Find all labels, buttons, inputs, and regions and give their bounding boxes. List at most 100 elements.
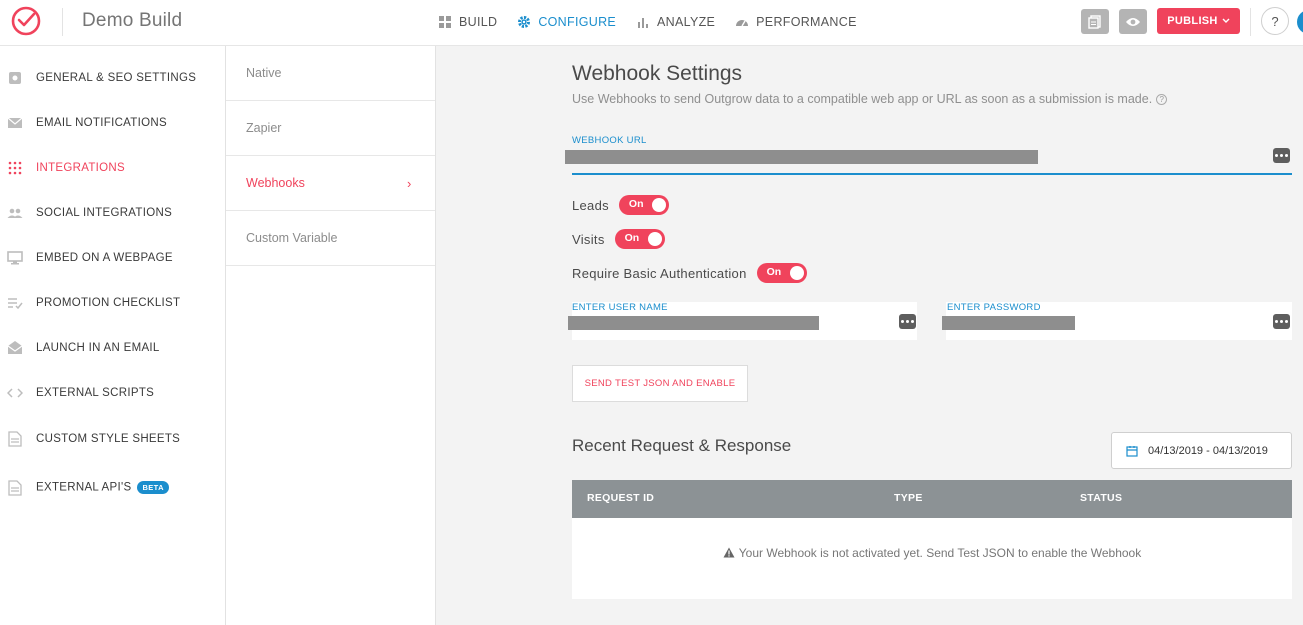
sidebar-item-integrations[interactable]: INTEGRATIONS <box>0 145 226 190</box>
sidebar-item-embed-webpage[interactable]: EMBED ON A WEBPAGE <box>0 235 226 280</box>
subnav-item-label: Custom Variable <box>246 231 338 245</box>
subnav-item-native[interactable]: Native <box>226 46 435 101</box>
toggle-knob <box>651 198 666 212</box>
empty-table-message: Your Webhook is not activated yet. Send … <box>572 546 1292 560</box>
subnav-item-label: Native <box>246 66 282 80</box>
password-input[interactable] <box>942 316 1075 330</box>
subnav-item-custom-variable[interactable]: Custom Variable <box>226 211 435 266</box>
top-bar: Demo Build BUILD CONFIGURE ANALYZE PERFO… <box>0 0 1303 46</box>
sidebar-item-launch-email[interactable]: LAUNCH IN AN EMAIL <box>0 325 226 370</box>
visits-label: Visits <box>572 231 605 247</box>
sidebar-item-label: LAUNCH IN AN EMAIL <box>36 341 160 354</box>
integrations-subnav: Native Zapier Webhooks › Custom Variable <box>226 46 436 625</box>
leads-label: Leads <box>572 197 609 213</box>
bar-chart-icon <box>638 18 649 28</box>
webhook-url-underline <box>572 173 1292 175</box>
sidebar-item-email-notifications[interactable]: EMAIL NOTIFICATIONS <box>0 100 226 145</box>
password-options-icon[interactable] <box>1273 314 1290 329</box>
toggle-knob <box>789 266 804 280</box>
sidebar-item-label: CUSTOM STYLE SHEETS <box>36 432 181 445</box>
empty-message-text: Your Webhook is not activated yet. Send … <box>738 546 1142 560</box>
sidebar-item-label: SOCIAL INTEGRATIONS <box>36 206 173 219</box>
webhook-url-label: WEBHOOK URL <box>572 135 647 146</box>
help-circle-icon[interactable]: ? <box>1156 94 1168 105</box>
username-options-icon[interactable] <box>899 314 916 329</box>
outgrow-logo-icon[interactable] <box>10 5 42 37</box>
grid-icon <box>439 16 451 28</box>
nav-configure[interactable]: CONFIGURE <box>517 15 616 29</box>
column-status: STATUS <box>1080 492 1123 504</box>
nav-analyze-label: ANALYZE <box>657 15 716 29</box>
visits-toggle-row: Visits On <box>572 229 665 249</box>
sidebar-item-custom-style-sheets[interactable]: CUSTOM STYLE SHEETS <box>0 416 226 461</box>
sidebar-item-label: GENERAL & SEO SETTINGS <box>36 71 197 84</box>
more-options-icon[interactable] <box>1273 148 1290 163</box>
subnav-item-label: Webhooks <box>246 176 305 190</box>
sidebar-item-label: INTEGRATIONS <box>36 161 126 174</box>
subnav-item-zapier[interactable]: Zapier <box>226 101 435 156</box>
nav-build-label: BUILD <box>459 15 498 29</box>
publish-button[interactable]: PUBLISH <box>1157 8 1240 34</box>
pages-button[interactable] <box>1081 9 1109 34</box>
header-divider <box>62 8 63 36</box>
app-title: Demo Build <box>82 10 183 31</box>
nav-performance[interactable]: PERFORMANCE <box>735 15 857 29</box>
requests-table-body: Your Webhook is not activated yet. Send … <box>572 518 1292 599</box>
warning-icon <box>723 547 735 558</box>
send-test-json-button[interactable]: SEND TEST JSON AND ENABLE <box>572 365 748 402</box>
date-range-picker[interactable]: 04/13/2019 - 04/13/2019 <box>1111 432 1292 469</box>
leads-toggle[interactable]: On <box>618 195 669 215</box>
basic-auth-toggle[interactable]: On <box>756 263 807 283</box>
toggle-state: On <box>624 232 640 244</box>
chevron-down-icon <box>1222 18 1230 23</box>
main-nav: BUILD CONFIGURE ANALYZE PERFORMANCE <box>438 0 857 44</box>
eye-icon <box>1126 17 1140 26</box>
date-range-text: 04/13/2019 - 04/13/2019 <box>1148 444 1268 457</box>
page-subtitle: Use Webhooks to send Outgrow data to a c… <box>572 92 1168 106</box>
sidebar-item-social-integrations[interactable]: SOCIAL INTEGRATIONS <box>0 190 226 235</box>
monitor-icon <box>7 250 23 264</box>
requests-table-header: REQUEST ID TYPE STATUS <box>572 480 1292 518</box>
beta-badge: BETA <box>137 481 169 494</box>
preview-button[interactable] <box>1119 9 1147 34</box>
pages-icon <box>1088 14 1101 29</box>
recent-requests-title: Recent Request & Response <box>572 436 792 455</box>
nav-performance-label: PERFORMANCE <box>756 15 857 29</box>
sidebar-item-external-apis[interactable]: EXTERNAL API'S BETA <box>0 465 226 510</box>
avatar[interactable] <box>1297 10 1303 34</box>
toggle-state: On <box>628 198 644 210</box>
username-input[interactable] <box>568 316 819 330</box>
envelope-icon <box>7 117 23 128</box>
sidebar-item-promotion-checklist[interactable]: PROMOTION CHECKLIST <box>0 280 226 325</box>
sidebar-item-general-seo[interactable]: GENERAL & SEO SETTINGS <box>0 55 226 100</box>
open-envelope-icon <box>7 340 23 354</box>
webhook-url-input[interactable] <box>565 150 1038 164</box>
people-icon <box>7 208 23 218</box>
visits-toggle[interactable]: On <box>614 229 665 249</box>
subnav-item-webhooks[interactable]: Webhooks › <box>226 156 435 211</box>
gauge-icon <box>736 20 749 27</box>
sidebar-item-label: EMBED ON A WEBPAGE <box>36 251 173 264</box>
password-label: ENTER PASSWORD <box>947 302 1041 313</box>
column-type: TYPE <box>894 492 923 504</box>
sidebar-item-label: EMAIL NOTIFICATIONS <box>36 116 167 129</box>
sidebar-item-label: EXTERNAL API'S BETA <box>36 481 169 494</box>
help-button[interactable]: ? <box>1261 7 1289 35</box>
header-divider-right <box>1250 8 1251 36</box>
username-label: ENTER USER NAME <box>572 302 668 313</box>
checklist-icon <box>8 297 23 309</box>
api-file-icon <box>8 479 22 496</box>
sidebar-item-external-scripts[interactable]: EXTERNAL SCRIPTS <box>0 370 226 415</box>
dot-grid-icon <box>8 161 22 174</box>
nav-analyze[interactable]: ANALYZE <box>636 15 715 29</box>
nav-build[interactable]: BUILD <box>438 15 497 29</box>
basic-auth-label: Require Basic Authentication <box>572 265 747 281</box>
subnav-item-label: Zapier <box>246 121 282 135</box>
sidebar-item-label: EXTERNAL SCRIPTS <box>36 386 155 399</box>
gear-icon <box>9 71 21 84</box>
calendar-icon <box>1126 445 1138 457</box>
basic-auth-toggle-row: Require Basic Authentication On <box>572 263 807 283</box>
webhook-settings-panel: Webhook Settings Use Webhooks to send Ou… <box>436 46 1303 625</box>
sidebar-item-text: EXTERNAL API'S <box>36 481 132 494</box>
code-icon <box>7 387 23 398</box>
